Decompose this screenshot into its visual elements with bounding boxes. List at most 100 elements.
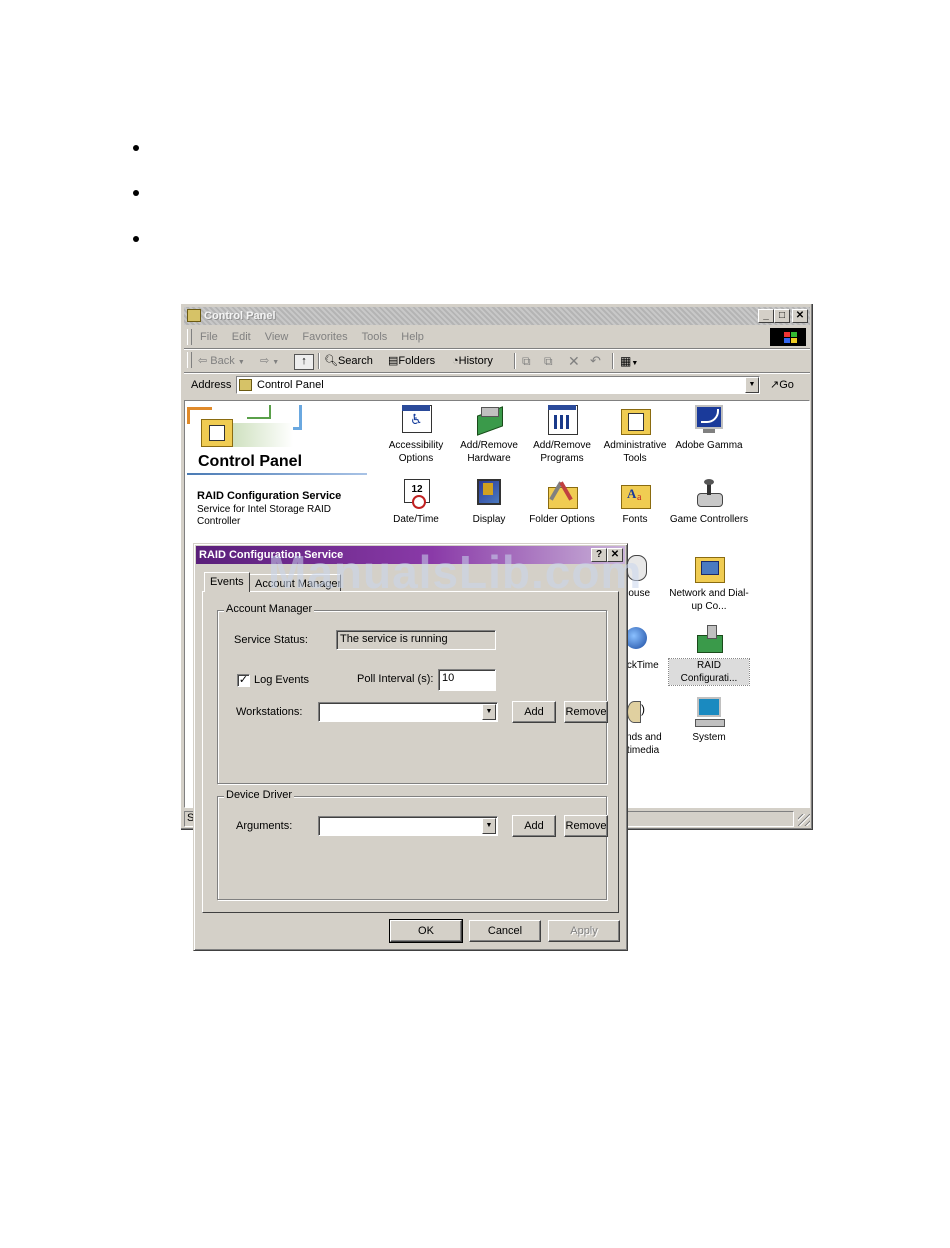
menu-bar: File Edit View Favorites Tools Help xyxy=(184,327,810,347)
title-bar[interactable]: Control Panel _ □ ✕ xyxy=(184,307,810,325)
views-icon[interactable]: ▦▼ xyxy=(620,353,638,369)
history-label: History xyxy=(458,355,493,367)
status-pane-right xyxy=(626,811,794,827)
cp-item-label: Network and Dial-up Co... xyxy=(669,588,749,612)
chevron-down-icon[interactable]: ▼ xyxy=(482,818,496,834)
cp-item-label: Add/Remove Programs xyxy=(533,440,591,464)
back-label: Back xyxy=(210,355,235,367)
dialog-close-button[interactable]: ✕ xyxy=(607,548,623,562)
history-button[interactable]: ◔History xyxy=(452,353,493,369)
workstations-select[interactable]: ▼ xyxy=(318,702,498,722)
selected-item-description: Service for Intel Storage RAID Controlle… xyxy=(197,504,331,527)
computer-icon xyxy=(693,697,725,727)
workstations-add-button[interactable]: Add xyxy=(512,701,556,723)
workstations-remove-button[interactable]: Remove xyxy=(564,701,608,723)
move-to-icon[interactable]: ⧉ xyxy=(522,353,531,369)
cp-item-label: Adobe Gamma xyxy=(675,440,743,451)
log-events-checkbox[interactable]: ✓ xyxy=(237,674,250,687)
page-title: Control Panel xyxy=(198,453,303,470)
menu-help[interactable]: Help xyxy=(401,327,424,347)
bullet-1 xyxy=(133,145,139,151)
cp-item-date-time[interactable]: 12 Date/Time xyxy=(376,479,456,526)
joystick-icon xyxy=(693,479,725,509)
menu-view[interactable]: View xyxy=(265,327,289,347)
back-button[interactable]: ⇦ Back ▼ xyxy=(198,353,245,369)
dialog-title-bar[interactable]: RAID Configuration Service ? ✕ xyxy=(196,546,625,564)
adobe-gamma-icon xyxy=(693,405,725,435)
arguments-remove-button[interactable]: Remove xyxy=(564,815,608,837)
address-value: Control Panel xyxy=(257,379,324,391)
cp-item-label: Accessibility Options xyxy=(388,440,444,464)
cp-item-raid-configuration[interactable]: RAID Configurati... xyxy=(668,625,750,686)
cp-item-label: Fonts xyxy=(622,514,648,525)
go-button[interactable]: ↗Go xyxy=(770,378,794,391)
back-arrow-icon: ⇦ xyxy=(198,355,208,367)
cp-item-label: Date/Time xyxy=(393,514,439,525)
forward-button[interactable]: ⇨ ▼ xyxy=(260,353,279,369)
address-bar: Address Control Panel ▼ ↗Go xyxy=(184,374,810,398)
ok-button[interactable]: OK xyxy=(389,919,463,943)
cp-item-accessibility[interactable]: ♿︎ Accessibility Options xyxy=(376,405,456,465)
service-status-field: The service is running xyxy=(336,630,496,650)
delete-icon[interactable]: ✕ xyxy=(568,353,580,369)
menu-edit[interactable]: Edit xyxy=(232,327,251,347)
raid-config-dialog: RAID Configuration Service ? ✕ Events Ac… xyxy=(193,543,628,951)
go-arrow-icon: ↗ xyxy=(770,379,780,391)
device-driver-group: Device Driver Arguments: ▼ Add Remove xyxy=(217,789,608,900)
cp-item-administrative-tools[interactable]: Administrative Tools xyxy=(595,405,675,465)
menu-favorites[interactable]: Favorites xyxy=(302,327,347,347)
folders-button[interactable]: ▤Folders xyxy=(388,353,435,369)
copy-to-icon[interactable]: ⧉ xyxy=(544,353,553,369)
minimize-button[interactable]: _ xyxy=(758,309,774,323)
tab-events[interactable]: Events xyxy=(204,572,250,592)
accessibility-icon: ♿︎ xyxy=(400,405,432,435)
search-button[interactable]: 🔍︎Search xyxy=(324,353,373,369)
chevron-down-icon[interactable]: ▼ xyxy=(745,377,759,393)
chevron-down-icon[interactable]: ▼ xyxy=(482,704,496,720)
display-icon xyxy=(473,479,505,509)
cp-item-label: Display xyxy=(472,514,506,525)
search-label: Search xyxy=(337,355,373,367)
cp-item-folder-options[interactable]: Folder Options xyxy=(522,479,602,526)
cancel-button[interactable]: Cancel xyxy=(469,920,541,942)
resize-grip-icon[interactable] xyxy=(798,814,810,826)
history-icon: ◔ xyxy=(452,355,459,367)
cp-item-display[interactable]: Display xyxy=(449,479,529,526)
menu-grip xyxy=(187,329,192,345)
toolbar: ⇦ Back ▼ ⇨ ▼ ↑ 🔍︎Search ▤Folders ◔Histor… xyxy=(184,350,810,372)
cp-item-add-remove-programs[interactable]: Add/Remove Programs xyxy=(522,405,602,465)
cp-item-label: Add/Remove Hardware xyxy=(460,440,518,464)
go-label: Go xyxy=(779,379,794,391)
arguments-select[interactable]: ▼ xyxy=(318,816,498,836)
cp-item-fonts[interactable]: Aa Fonts xyxy=(595,479,675,526)
help-button[interactable]: ? xyxy=(591,548,607,562)
cp-item-label: Folder Options xyxy=(529,514,595,525)
maximize-button[interactable]: □ xyxy=(774,309,790,323)
calendar-icon: 12 xyxy=(400,479,432,509)
menu-file[interactable]: File xyxy=(200,327,218,347)
folders-label: Folders xyxy=(398,355,436,367)
group-legend: Device Driver xyxy=(224,789,295,801)
forward-arrow-icon: ⇨ xyxy=(260,355,270,367)
cp-item-game-controllers[interactable]: Game Controllers xyxy=(669,479,749,526)
hardware-icon xyxy=(473,405,505,436)
title-underline xyxy=(187,473,367,475)
window-title: Control Panel xyxy=(204,310,276,322)
up-folder-icon[interactable]: ↑ xyxy=(294,354,314,370)
poll-interval-input[interactable]: 10 xyxy=(438,669,496,691)
cp-item-network[interactable]: Network and Dial-up Co... xyxy=(669,553,749,613)
menu-tools[interactable]: Tools xyxy=(362,327,388,347)
cp-item-label: Administrative Tools xyxy=(603,440,667,464)
address-input[interactable]: Control Panel ▼ xyxy=(236,376,760,394)
undo-icon[interactable]: ↶ xyxy=(590,353,601,369)
tab-account-manager[interactable]: Account Manager xyxy=(249,574,341,592)
close-button[interactable]: ✕ xyxy=(792,309,808,323)
network-icon xyxy=(693,553,725,583)
cp-item-system[interactable]: System xyxy=(669,697,749,744)
arguments-add-button[interactable]: Add xyxy=(512,815,556,837)
apply-button[interactable]: Apply xyxy=(548,920,620,942)
arguments-label: Arguments: xyxy=(236,820,293,832)
toolbar-separator xyxy=(612,353,614,369)
cp-item-adobe-gamma[interactable]: Adobe Gamma xyxy=(669,405,749,452)
cp-item-add-remove-hardware[interactable]: Add/Remove Hardware xyxy=(449,405,529,465)
